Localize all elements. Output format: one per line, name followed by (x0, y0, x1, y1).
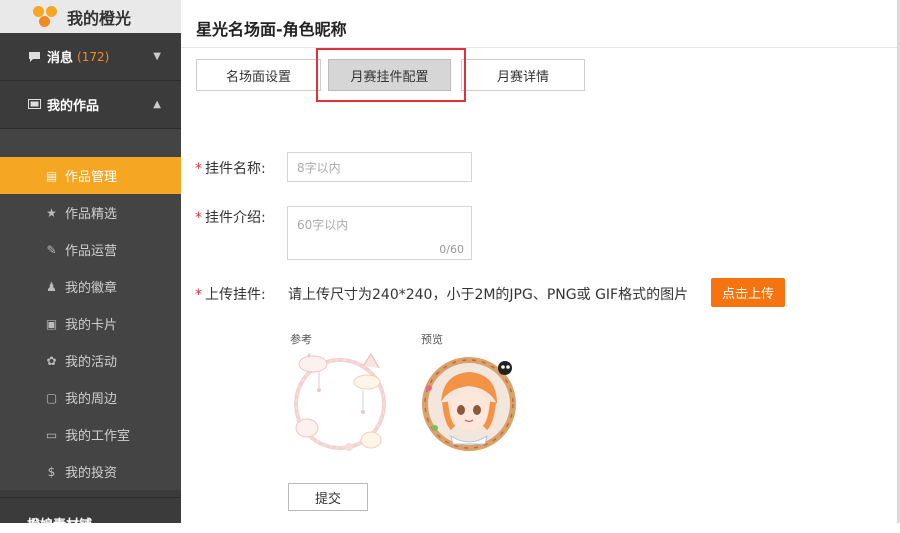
reference-pendant-image (294, 353, 386, 451)
sidebar-item-studio[interactable]: ▭ 我的工作室 (0, 416, 181, 453)
sidebar: 我的橙光 消息 (172) ▼ 我的作品 ▲ ▤ 作品管理 ★ 作品精选 ✎ 作… (0, 0, 181, 533)
sidebar-item-badges[interactable]: ♟ 我的徽章 (0, 268, 181, 305)
tab-scene-settings[interactable]: 名场面设置 (196, 59, 321, 91)
sidebar-item-label: 我的徽章 (65, 281, 118, 296)
sidebar-item-works-operation[interactable]: ✎ 作品运营 (0, 231, 181, 268)
monitor-icon (27, 98, 41, 111)
logo-text: 我的橙光 (67, 8, 132, 28)
pendant-name-label: * 挂件名称: (195, 161, 266, 177)
sidebar-item-label: 我的周边 (65, 392, 118, 407)
sidebar-item-works-featured[interactable]: ★ 作品精选 (0, 194, 181, 231)
page-title: 星光名场面-角色昵称 (196, 20, 347, 39)
chat-bubble-icon (27, 50, 41, 63)
pendant-intro-placeholder: 60字以内 (297, 218, 349, 232)
bottom-group-label: 橙娘素材铺 (27, 518, 93, 533)
upload-button[interactable]: 点击上传 (711, 278, 785, 307)
sidebar-item-label: 我的活动 (65, 355, 118, 370)
sidebar-item-works-management[interactable]: ▤ 作品管理 (0, 157, 181, 194)
main-content: 星光名场面-角色昵称 名场面设置 月赛挂件配置 月赛详情 * 挂件名称: 8字以内… (181, 0, 897, 523)
preview-label: 预览 (421, 333, 443, 346)
chevron-down-icon: ▼ (153, 51, 161, 62)
brick-icon: ▤ (45, 168, 58, 183)
sidebar-item-label: 作品运营 (65, 244, 118, 259)
menu-group-messages[interactable]: 消息 (172) ▼ (0, 33, 181, 80)
upload-hint: 请上传尺寸为240*240，小于2M的JPG、PNG或 GIF格式的图片 (288, 287, 689, 303)
sidebar-item-label: 作品精选 (65, 207, 118, 222)
sidebar-item-cards[interactable]: ▣ 我的卡片 (0, 305, 181, 342)
char-counter: 0/60 (439, 243, 464, 256)
works-label: 我的作品 (47, 99, 100, 114)
messages-label: 消息 (47, 51, 74, 66)
divider (181, 47, 897, 48)
orange-logo-icon (33, 5, 59, 28)
tab-contest-details[interactable]: 月赛详情 (461, 59, 585, 91)
pendant-intro-label: * 挂件介绍: (195, 210, 266, 226)
money-bag-icon: $ (47, 464, 56, 479)
reference-label: 参考 (290, 333, 312, 346)
pendant-name-placeholder: 8字以内 (297, 160, 341, 175)
sidebar-item-label: 我的投资 (65, 466, 118, 481)
sidebar-item-merch[interactable]: ▢ 我的周边 (0, 379, 181, 416)
pendant-name-input[interactable]: 8字以内 (287, 152, 472, 182)
required-mark: * (195, 210, 202, 226)
required-mark: * (195, 287, 202, 303)
studio-icon: ▭ (45, 427, 58, 442)
sidebar-item-label: 我的卡片 (65, 318, 118, 333)
preview-pendant-image (422, 357, 516, 451)
sidebar-item-investment[interactable]: $ 我的投资 (0, 453, 181, 490)
logo[interactable]: 我的橙光 (0, 0, 181, 33)
activity-icon: ✿ (46, 353, 57, 368)
sidebar-item-activities[interactable]: ✿ 我的活动 (0, 342, 181, 379)
sidebar-item-label: 我的工作室 (65, 429, 131, 444)
highlight-box (316, 48, 466, 102)
badge-icon: ♟ (46, 279, 57, 294)
menu-group-works[interactable]: 我的作品 ▲ (0, 81, 181, 128)
pendant-intro-textarea[interactable]: 60字以内 0/60 (287, 206, 472, 260)
chevron-up-icon: ▲ (153, 99, 161, 110)
required-mark: * (195, 161, 202, 177)
card-icon: ▣ (45, 316, 58, 331)
upload-pendant-label: * 上传挂件: (195, 287, 266, 303)
messages-count: (172) (77, 49, 110, 64)
merch-icon: ▢ (45, 390, 58, 405)
star-icon: ★ (46, 205, 57, 220)
menu-group-materials[interactable]: 橙娘素材铺 (0, 497, 181, 533)
sidebar-item-label: 作品管理 (65, 170, 118, 185)
edit-icon: ✎ (46, 242, 57, 257)
submit-button[interactable]: 提交 (288, 483, 368, 511)
